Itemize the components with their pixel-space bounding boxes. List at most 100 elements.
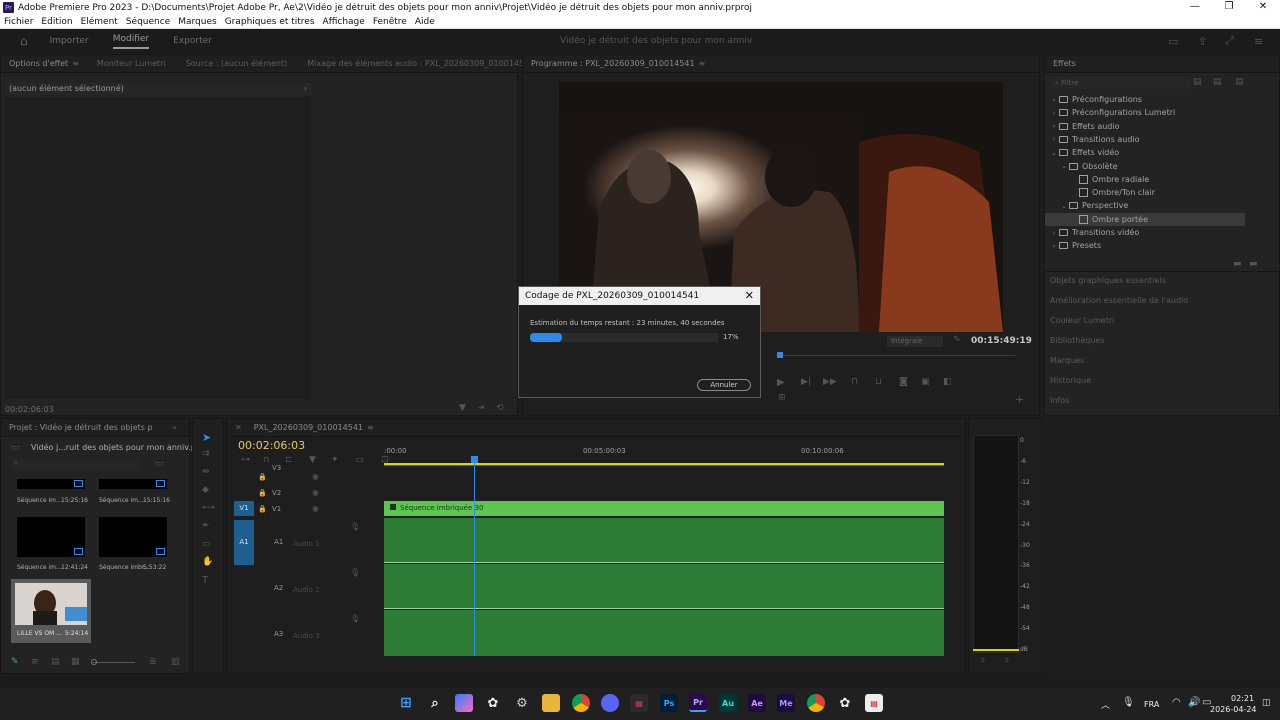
step-forward-icon[interactable]: ▶| [801, 377, 811, 387]
section-libraries[interactable]: Bibliothèques [1050, 336, 1105, 345]
list-view-icon[interactable]: ≡ [31, 657, 39, 667]
program-menu-icon[interactable]: ≡ [699, 59, 706, 68]
fullscreen-icon[interactable]: ⤢ [1225, 34, 1234, 48]
expand-arrow-icon[interactable]: › [304, 83, 307, 95]
clock-date[interactable]: 2026-04-24 [1210, 705, 1257, 714]
yuv-effects-icon[interactable]: ▤ [1235, 77, 1244, 87]
chevron-right-icon[interactable]: › [1049, 122, 1059, 130]
section-info[interactable]: Infos [1050, 396, 1069, 405]
timeline-playhead-line[interactable] [474, 460, 475, 656]
selection-tool-icon[interactable]: ➤ [202, 431, 211, 444]
loop-icon[interactable]: ⟲ [496, 403, 504, 413]
home-icon[interactable]: ⌂ [20, 34, 28, 48]
after-effects-icon[interactable]: Ae [748, 694, 766, 712]
settings-gear-icon[interactable]: ⚙ [513, 694, 531, 712]
source-patch-v1[interactable]: V1 [234, 501, 254, 516]
thumb-size-slider[interactable] [93, 662, 135, 663]
type-tool-icon[interactable]: T [202, 575, 208, 586]
project-more-icon[interactable]: » [172, 423, 177, 432]
effects-tree-item[interactable]: › Transitions audio [1045, 133, 1245, 146]
automate-icon[interactable]: ▥ [171, 657, 180, 667]
effects-tree-item[interactable]: Ombre/Ton clair [1045, 186, 1245, 199]
tab-source[interactable]: Source : (aucun élément) [186, 59, 288, 68]
compare-icon[interactable]: ▣ [921, 377, 930, 387]
close-sequence-icon[interactable]: ✕ [235, 423, 242, 432]
dialog-close-icon[interactable]: ✕ [745, 289, 754, 302]
export-frame-icon[interactable]: ⇥ [477, 403, 485, 413]
tab-project[interactable]: Projet : Vidéo je détruit des objets pou… [9, 423, 152, 432]
vr-icon[interactable]: ◧ [943, 377, 952, 387]
settings-icon[interactable]: ≡ [1254, 35, 1263, 48]
section-essential-audio[interactable]: Amélioration essentielle de l'audio [1050, 296, 1188, 305]
audio-clip-a1[interactable] [384, 518, 944, 563]
tray-chevron-icon[interactable]: ︿ [1101, 698, 1110, 711]
maximize-button[interactable]: ❐ [1212, 0, 1246, 15]
menu-element[interactable]: Elément [77, 17, 122, 27]
share-icon[interactable]: ⇪ [1198, 35, 1207, 48]
hand-icon[interactable]: ✋ [202, 557, 213, 567]
accelerated-effects-icon[interactable]: ▤ [1193, 77, 1202, 87]
keyboard-language[interactable]: FRA [1144, 700, 1159, 709]
effects-tree-item[interactable]: Ombre radiale [1045, 173, 1245, 186]
delete-icon[interactable]: ▬ [1249, 259, 1258, 269]
rectangle-icon[interactable]: ▭ [202, 539, 211, 549]
program-playhead[interactable] [777, 352, 783, 358]
source-patch-a1[interactable]: A1 [234, 520, 254, 565]
file-explorer-icon[interactable] [542, 694, 560, 712]
close-window-button[interactable]: ✕ [1246, 0, 1280, 15]
tab-sequence[interactable]: PXL_20260309_010014541 [254, 423, 363, 432]
add-marker-icon[interactable]: ▼ [309, 455, 316, 465]
wrench-icon[interactable]: ✎ [953, 335, 961, 345]
timeline-timecode[interactable]: 00:02:06:03 [238, 439, 305, 452]
panel-menu-icon[interactable]: ≡ [72, 59, 79, 68]
cancel-button[interactable]: Annuler [697, 379, 751, 391]
eye-icon[interactable]: ◉ [312, 504, 319, 513]
play-icon[interactable]: ▶ [777, 377, 785, 388]
button-editor-icon[interactable]: ⊞ [778, 393, 786, 403]
workspace-icon[interactable]: ▭ [1168, 35, 1178, 48]
effects-tree-item[interactable]: › Transitions vidéo [1045, 226, 1245, 239]
audition-icon[interactable]: Au [719, 694, 737, 712]
chatgpt-icon[interactable]: ✿ [484, 694, 502, 712]
clip-thumb-2[interactable] [99, 479, 167, 489]
chevron-down-icon[interactable]: ⌄ [1059, 202, 1069, 210]
chevron-right-icon[interactable]: › [1049, 135, 1059, 143]
section-lumetri-color[interactable]: Couleur Lumetri [1050, 316, 1114, 325]
volume-icon[interactable]: 🔊 [1188, 697, 1200, 708]
clip-thumb-3[interactable] [17, 517, 85, 557]
program-scrubber[interactable] [775, 355, 1015, 356]
razor-icon[interactable]: ◆ [202, 485, 209, 495]
camera-icon[interactable]: ◙ [899, 377, 908, 387]
search-icon[interactable]: ⌕ [426, 694, 444, 712]
clock-time[interactable]: 02:21 [1231, 694, 1254, 703]
microphone-icon[interactable]: 🎙 [350, 614, 360, 623]
go-to-out-icon[interactable]: ▶▶ [823, 377, 837, 387]
tab-audio-mixer[interactable]: Mixage des éléments audio : PXL_20260309… [307, 59, 534, 68]
sort-icon[interactable]: ≣ [149, 657, 157, 667]
menu-fenetre[interactable]: Fenêtre [369, 17, 411, 27]
snap-icon[interactable]: ∩ [263, 455, 270, 465]
chatgpt-app-icon[interactable]: ✿ [836, 694, 854, 712]
capcut-icon[interactable]: ▤ [630, 694, 648, 712]
32bit-effects-icon[interactable]: ▤ [1213, 77, 1222, 87]
new-bin-project-icon[interactable]: ▭ [155, 459, 164, 469]
effects-tree-item[interactable]: ⌄ Effets vidéo [1045, 146, 1245, 159]
lock-icon[interactable]: 🔒 [258, 489, 267, 497]
filter-icon[interactable]: ▼ [459, 403, 466, 413]
thumb-size-handle[interactable] [91, 659, 97, 665]
section-markers[interactable]: Marques [1050, 356, 1084, 365]
effects-tree-item[interactable]: › Préconfigurations [1045, 93, 1245, 106]
chevron-right-icon[interactable]: › [1049, 229, 1059, 237]
tab-program[interactable]: Programme : PXL_20260309_010014541 [531, 59, 695, 68]
tab-effect-options[interactable]: Options d'effet [9, 59, 68, 68]
minimize-button[interactable]: — [1178, 0, 1212, 15]
tab-importer[interactable]: Importer [50, 36, 89, 46]
chrome-icon[interactable] [572, 694, 590, 712]
sequence-menu-icon[interactable]: ≡ [367, 423, 374, 432]
program-timecode[interactable]: 00:15:49:19 [971, 336, 1032, 346]
lock-icon[interactable]: 🔒 [258, 505, 267, 513]
notification-bell-icon[interactable]: ◫ [1262, 698, 1271, 708]
chevron-down-icon[interactable]: ⌄ [1049, 149, 1059, 157]
section-history[interactable]: Historique [1050, 376, 1091, 385]
pencil-icon[interactable]: ✎ [11, 657, 19, 667]
